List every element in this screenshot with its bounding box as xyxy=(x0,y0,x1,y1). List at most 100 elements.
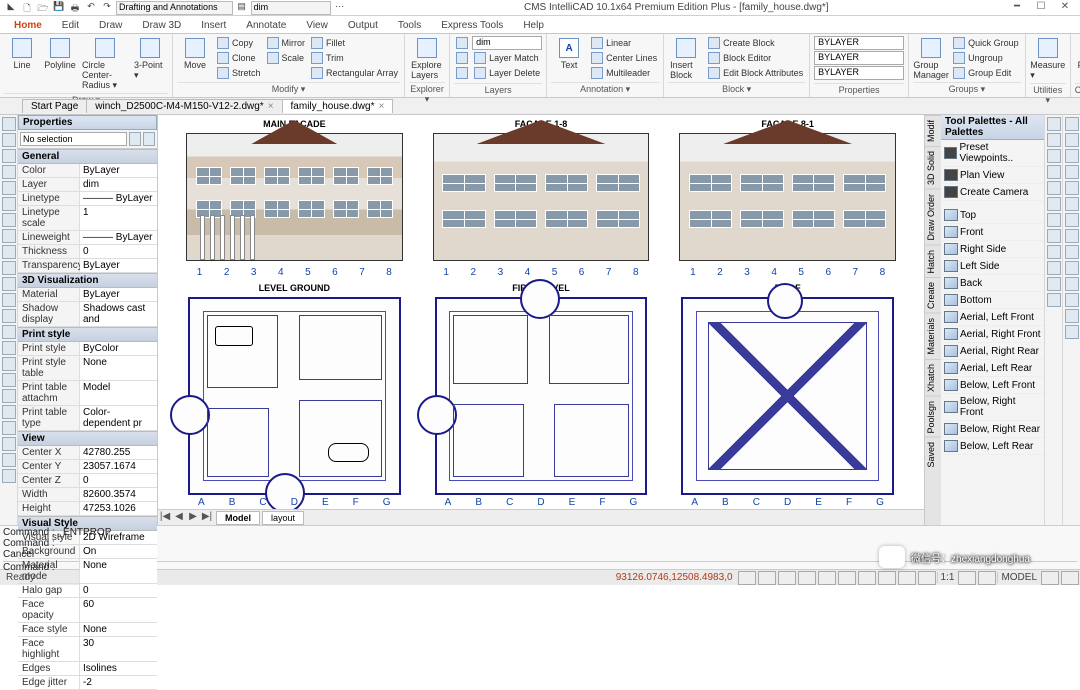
prop-row[interactable]: Face highlight30 xyxy=(18,637,157,662)
layer-state-3[interactable] xyxy=(454,66,470,80)
dist-icon[interactable] xyxy=(1065,117,1079,131)
quick-select-icon[interactable] xyxy=(143,132,155,146)
prop-row[interactable]: Print table attachmModel xyxy=(18,381,157,406)
prop-value[interactable]: 23057.1674 xyxy=(80,460,157,473)
text-button[interactable]: AText xyxy=(551,36,587,72)
palette-item[interactable]: Below, Right Rear xyxy=(941,421,1044,438)
zoom-window-icon[interactable] xyxy=(1047,117,1061,131)
dim-linear-button[interactable]: Linear xyxy=(589,36,659,50)
prop-row[interactable]: MaterialByLayer xyxy=(18,288,157,302)
maximize-button[interactable]: ☐ xyxy=(1032,1,1050,15)
palette-item[interactable]: Front xyxy=(941,224,1044,241)
list-icon[interactable] xyxy=(1065,165,1079,179)
prop-row[interactable]: Linetype——— ByLayer xyxy=(18,192,157,206)
tab-insert[interactable]: Insert xyxy=(191,18,236,33)
create-block-button[interactable]: Create Block xyxy=(706,36,805,50)
palette-item[interactable]: Aerial, Right Front xyxy=(941,326,1044,343)
palette-item[interactable]: Top xyxy=(941,207,1044,224)
prop-section-view[interactable]: View xyxy=(18,431,157,446)
prev-tab-icon[interactable]: ◀ xyxy=(172,511,186,525)
orbit-icon[interactable] xyxy=(2,341,16,355)
tab-edit[interactable]: Edit xyxy=(52,18,89,33)
prop-row[interactable]: Linetype scale1 xyxy=(18,206,157,231)
vstyle-icon[interactable] xyxy=(1047,277,1061,291)
first-tab-icon[interactable]: |◀ xyxy=(158,511,172,525)
layer-combo[interactable]: dim xyxy=(472,36,542,50)
mirror-button[interactable]: Mirror xyxy=(265,36,308,50)
save-icon[interactable]: 💾 xyxy=(52,1,66,15)
tab-draw3d[interactable]: Draw 3D xyxy=(132,18,191,33)
prop-value[interactable]: ——— ByLayer xyxy=(80,231,157,244)
minimize-button[interactable]: ━ xyxy=(1008,1,1026,15)
area-icon[interactable] xyxy=(1065,133,1079,147)
layer-state-icon[interactable]: ▤ xyxy=(235,1,249,15)
prop-value[interactable]: 1 xyxy=(80,206,157,230)
prop-value[interactable]: None xyxy=(80,356,157,380)
cycle-icon[interactable] xyxy=(2,261,16,275)
sb-config-icon[interactable] xyxy=(1041,571,1059,585)
radius-icon[interactable] xyxy=(1065,197,1079,211)
new-icon[interactable]: 🗋 xyxy=(20,1,34,15)
palette-item[interactable]: Preset Viewpoints.. xyxy=(941,140,1044,167)
tab-annotate[interactable]: Annotate xyxy=(236,18,296,33)
ucs-icon[interactable] xyxy=(2,373,16,387)
sb-snap-icon[interactable] xyxy=(738,571,756,585)
palette-item[interactable]: Aerial, Right Rear xyxy=(941,343,1044,360)
polyline-button[interactable]: Polyline xyxy=(42,36,78,72)
palette-item[interactable]: Aerial, Left Front xyxy=(941,309,1044,326)
stretch-button[interactable]: Stretch xyxy=(215,66,263,80)
prop-value[interactable]: 0 xyxy=(80,584,157,597)
select-objects-icon[interactable] xyxy=(129,132,141,146)
prop-value[interactable]: Shadows cast and xyxy=(80,302,157,326)
layer-delete-button[interactable]: Layer Delete xyxy=(472,66,542,80)
view-front-icon[interactable] xyxy=(1047,229,1061,243)
paste-button[interactable]: Paste ▾ xyxy=(1075,36,1080,73)
qat-more-icon[interactable]: ⋯ xyxy=(333,1,347,15)
sb-lock-icon[interactable] xyxy=(958,571,976,585)
sb-otrack-icon[interactable] xyxy=(838,571,856,585)
view-icon[interactable] xyxy=(2,357,16,371)
group-manager-button[interactable]: Group Manager xyxy=(913,36,949,82)
prop-row[interactable]: Print style tableNone xyxy=(18,356,157,381)
insert-block-button[interactable]: Insert Block xyxy=(668,36,704,82)
view-iso-icon[interactable] xyxy=(1047,261,1061,275)
palette-tab-draw-order[interactable]: Draw Order xyxy=(925,189,941,245)
help-icon[interactable] xyxy=(2,469,16,483)
view-top-icon[interactable] xyxy=(1047,213,1061,227)
prop-section-printstyle[interactable]: Print style xyxy=(18,327,157,342)
undo-icon[interactable]: ↶ xyxy=(84,1,98,15)
pan-hand-icon[interactable] xyxy=(1047,165,1061,179)
close-icon[interactable]: × xyxy=(268,101,274,112)
move-button[interactable]: Move xyxy=(177,36,213,72)
prop-value[interactable]: ——— ByLayer xyxy=(80,192,157,205)
palette-tab-3d-solid[interactable]: 3D Solid xyxy=(925,146,941,189)
prop-value[interactable]: 82600.3574 xyxy=(80,488,157,501)
prop-row[interactable]: Edge jitter-2 xyxy=(18,676,157,690)
prop-row[interactable]: Thickness0 xyxy=(18,245,157,259)
lineweight-icon[interactable] xyxy=(2,213,16,227)
id-icon[interactable] xyxy=(1065,149,1079,163)
prop-row[interactable]: Face opacity60 xyxy=(18,598,157,623)
zoom-prev-icon[interactable] xyxy=(1047,149,1061,163)
prop-value[interactable]: ByLayer xyxy=(80,288,157,301)
line-button[interactable]: Line xyxy=(4,36,40,72)
explorer-icon[interactable] xyxy=(2,405,16,419)
palette-item[interactable]: Left Side xyxy=(941,258,1044,275)
center-lines-button[interactable]: Center Lines xyxy=(589,51,659,65)
recover-icon[interactable] xyxy=(1065,309,1079,323)
calc-icon[interactable] xyxy=(2,421,16,435)
prop-row[interactable]: Shadow displayShadows cast and xyxy=(18,302,157,327)
options-icon[interactable] xyxy=(1065,325,1079,339)
sb-clean-icon[interactable] xyxy=(1061,571,1079,585)
linetype-combo[interactable]: BYLAYER xyxy=(814,51,904,65)
tab-draw[interactable]: Draw xyxy=(89,18,132,33)
sb-polar-icon[interactable] xyxy=(798,571,816,585)
copy-button[interactable]: Copy xyxy=(215,36,263,50)
palette-tab-hatch[interactable]: Hatch xyxy=(925,245,941,278)
doctab-family-house[interactable]: family_house.dwg*× xyxy=(282,99,394,113)
prop-value[interactable]: 0 xyxy=(80,245,157,258)
status-space[interactable]: MODEL xyxy=(997,572,1040,583)
mass-icon[interactable] xyxy=(1065,229,1079,243)
group-edit-button[interactable]: Group Edit xyxy=(951,66,1021,80)
palette-tab-create[interactable]: Create xyxy=(925,277,941,313)
